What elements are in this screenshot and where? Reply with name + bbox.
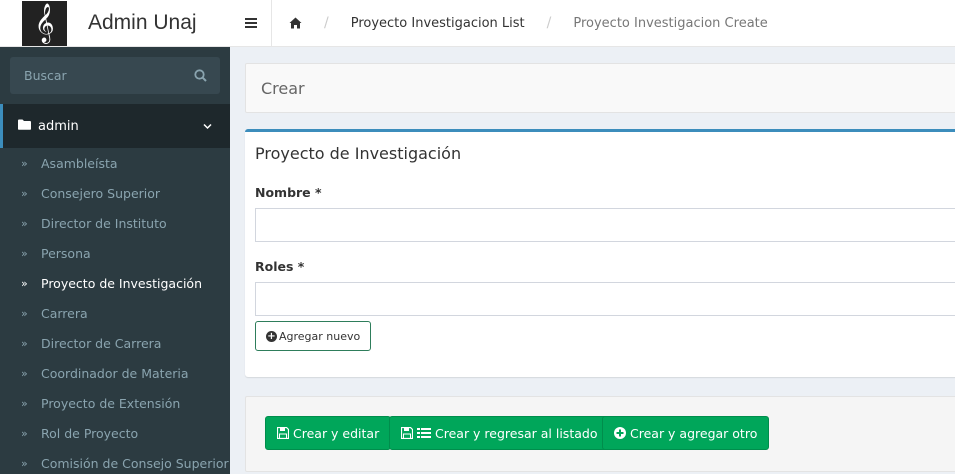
add-new-button[interactable]: + Agregar nuevo — [255, 321, 372, 351]
breadcrumb-separator: / — [546, 15, 552, 31]
search-icon[interactable] — [180, 57, 220, 94]
double-chevron-right-icon: » — [21, 366, 28, 380]
double-chevron-right-icon: » — [21, 216, 28, 230]
brand-area[interactable]: 𝄞 Admin Unaj — [0, 0, 230, 47]
save-icon — [401, 427, 413, 439]
double-chevron-right-icon: » — [21, 336, 28, 350]
sidebar-item-director-carrera[interactable]: » Director de Carrera — [0, 328, 230, 358]
top-navbar: / Proyecto Investigacion List / Proyecto… — [230, 0, 955, 47]
create-return-button[interactable]: Crear y regresar al listado — [389, 416, 610, 450]
sidebar: admin »Asambleísta »Consejero Superior »… — [0, 47, 230, 474]
hamburger-icon — [244, 18, 257, 28]
sidebar-item-asambleista[interactable]: » Asambleísta — [0, 148, 230, 178]
create-edit-button[interactable]: Crear y editar — [265, 416, 392, 450]
list-icon — [417, 428, 431, 438]
create-add-button[interactable]: Crear y agregar otro — [602, 416, 770, 450]
breadcrumb: / Proyecto Investigacion List / Proyecto… — [272, 15, 768, 31]
page-title: Crear — [245, 63, 955, 113]
roles-label: Roles * — [255, 259, 305, 274]
breadcrumb-list-link[interactable]: Proyecto Investigacion List — [351, 16, 525, 31]
home-icon[interactable] — [288, 16, 302, 30]
double-chevron-right-icon: » — [21, 306, 28, 320]
app-title: Admin Unaj — [88, 11, 197, 34]
nombre-label: Nombre * — [255, 185, 322, 200]
plus-circle-icon — [614, 427, 626, 439]
main-content: Crear Proyecto de Investigación Nombre *… — [230, 47, 955, 474]
sidebar-toggle-button[interactable] — [230, 0, 272, 47]
plus-circle-icon: + — [266, 330, 277, 342]
double-chevron-right-icon: » — [21, 156, 28, 170]
double-chevron-right-icon: » — [21, 246, 28, 260]
sidebar-item-carrera[interactable]: » Carrera — [0, 298, 230, 328]
roles-field[interactable] — [255, 282, 955, 316]
nombre-field[interactable] — [255, 208, 955, 242]
form-panel: Proyecto de Investigación Nombre * Roles… — [245, 129, 955, 377]
sidebar-item-consejero-superior[interactable]: » Consejero Superior — [0, 178, 230, 208]
sidebar-item-rol-proyecto[interactable]: » Rol de Proyecto — [0, 418, 230, 448]
sidebar-item-comision-consejo[interactable]: » Comisión de Consejo Superior — [0, 448, 230, 474]
double-chevron-right-icon: » — [21, 456, 28, 470]
double-chevron-right-icon: » — [21, 276, 28, 290]
double-chevron-right-icon: » — [21, 426, 28, 440]
breadcrumb-separator: / — [324, 15, 329, 31]
logo: 𝄞 — [22, 0, 67, 46]
sidebar-section-admin[interactable]: admin — [0, 104, 230, 148]
form-actions: Crear y editar Crear y regresar al lista… — [245, 396, 955, 472]
sidebar-item-proyecto-extension[interactable]: » Proyecto de Extensión — [0, 388, 230, 418]
folder-icon — [18, 119, 31, 134]
sidebar-item-persona[interactable]: » Persona — [0, 238, 230, 268]
breadcrumb-current: Proyecto Investigacion Create — [573, 15, 768, 31]
sidebar-item-director-instituto[interactable]: » Director de Instituto — [0, 208, 230, 238]
sidebar-search — [10, 57, 220, 94]
sidebar-item-coordinador-materia[interactable]: » Coordinador de Materia — [0, 358, 230, 388]
double-chevron-right-icon: » — [21, 186, 28, 200]
sidebar-item-proyecto-investigacion[interactable]: » Proyecto de Investigación — [0, 268, 230, 298]
form-heading: Proyecto de Investigación — [255, 144, 462, 163]
search-input[interactable] — [10, 68, 180, 83]
double-chevron-right-icon: » — [21, 396, 28, 410]
save-icon — [277, 427, 289, 439]
sidebar-submenu: » Asambleísta » Consejero Superior » Direct… — [0, 148, 230, 474]
chevron-down-icon — [203, 119, 212, 134]
sidebar-section-label: admin — [38, 118, 79, 134]
